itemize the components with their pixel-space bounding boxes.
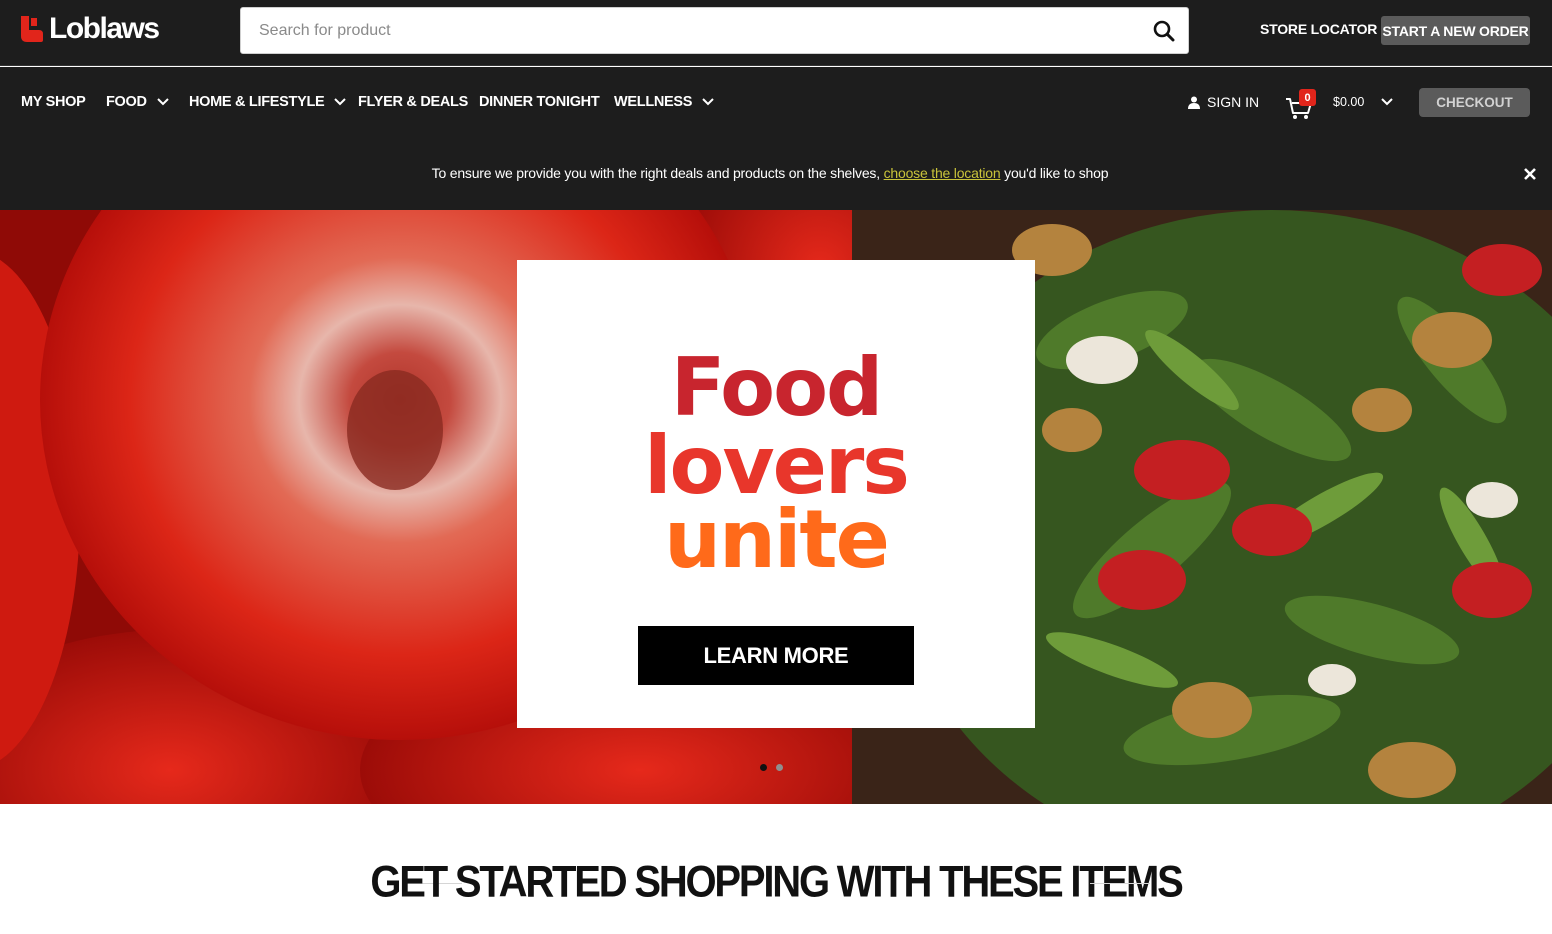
featured-items-section: GET STARTED SHOPPING WITH THESE ITEMS <box>0 804 1552 934</box>
nav-item-my-shop[interactable]: MY SHOP <box>21 94 86 110</box>
sign-in-label: SIGN IN <box>1207 94 1260 110</box>
carousel-dot-1[interactable] <box>760 764 767 771</box>
carousel-dots <box>760 764 783 771</box>
hero-headline-line-1: Food <box>670 341 884 434</box>
cart-total: $0.00 <box>1333 95 1365 109</box>
nav-item-label: HOME & LIFESTYLE <box>189 94 325 110</box>
sign-in-link[interactable]: SIGN IN <box>1188 94 1259 110</box>
nav-item-label: MY SHOP <box>21 94 86 110</box>
cart-count-badge: 0 <box>1299 89 1316 106</box>
notice-text-before: To ensure we provide you with the right … <box>431 165 884 181</box>
notice-text-after: you'd like to shop <box>1000 165 1109 181</box>
main-nav: MY SHOP FOOD HOME & LIFESTYLE FLYER & DE… <box>0 67 1552 139</box>
top-header: Loblaws STORE LOCATOR START A NEW ORDER <box>0 0 1552 66</box>
chevron-down-icon <box>156 98 169 106</box>
nav-item-label: WELLNESS <box>614 94 693 110</box>
start-new-order-button[interactable]: START A NEW ORDER <box>1381 16 1530 45</box>
user-icon <box>1188 96 1200 109</box>
nav-item-food[interactable]: FOOD <box>106 94 169 110</box>
divider-right <box>1090 883 1150 884</box>
chevron-down-icon[interactable] <box>1381 98 1393 106</box>
nav-item-dinner-tonight[interactable]: DINNER TONIGHT <box>479 94 600 110</box>
nav-item-wellness[interactable]: WELLNESS <box>614 94 714 110</box>
choose-location-link[interactable]: choose the location <box>884 165 1001 181</box>
loblaws-logo[interactable]: Loblaws <box>21 12 160 45</box>
search-icon <box>1153 20 1175 42</box>
location-notice: To ensure we provide you with the right … <box>0 139 1552 210</box>
close-icon[interactable] <box>1522 166 1538 182</box>
chevron-down-icon <box>334 98 347 106</box>
chevron-down-icon <box>702 98 714 106</box>
brand-name: Loblaws <box>49 12 160 45</box>
store-locator-link[interactable]: STORE LOCATOR <box>1260 21 1377 37</box>
loblaws-logo-icon <box>21 16 43 42</box>
hero-headline-line-3: unite <box>664 493 890 586</box>
nav-item-label: FOOD <box>106 94 147 110</box>
search-input[interactable] <box>241 8 1131 53</box>
nav-item-flyer-deals[interactable]: FLYER & DEALS <box>358 94 468 110</box>
nav-item-label: FLYER & DEALS <box>358 94 468 110</box>
promo-card: Food lovers unite LEARN MORE <box>517 260 1035 728</box>
search-button[interactable] <box>1150 17 1178 45</box>
nav-item-label: DINNER TONIGHT <box>479 94 600 110</box>
checkout-button[interactable]: CHECKOUT <box>1419 88 1530 117</box>
hero-carousel: Food lovers unite LEARN MORE <box>0 210 1552 804</box>
nav-item-home-lifestyle[interactable]: HOME & LIFESTYLE <box>189 94 347 110</box>
search-bar <box>240 7 1189 54</box>
learn-more-button[interactable]: LEARN MORE <box>638 626 914 685</box>
carousel-dot-2[interactable] <box>776 764 783 771</box>
section-title: GET STARTED SHOPPING WITH THESE ITEMS <box>370 857 1183 907</box>
location-notice-text: To ensure we provide you with the right … <box>0 165 1540 181</box>
